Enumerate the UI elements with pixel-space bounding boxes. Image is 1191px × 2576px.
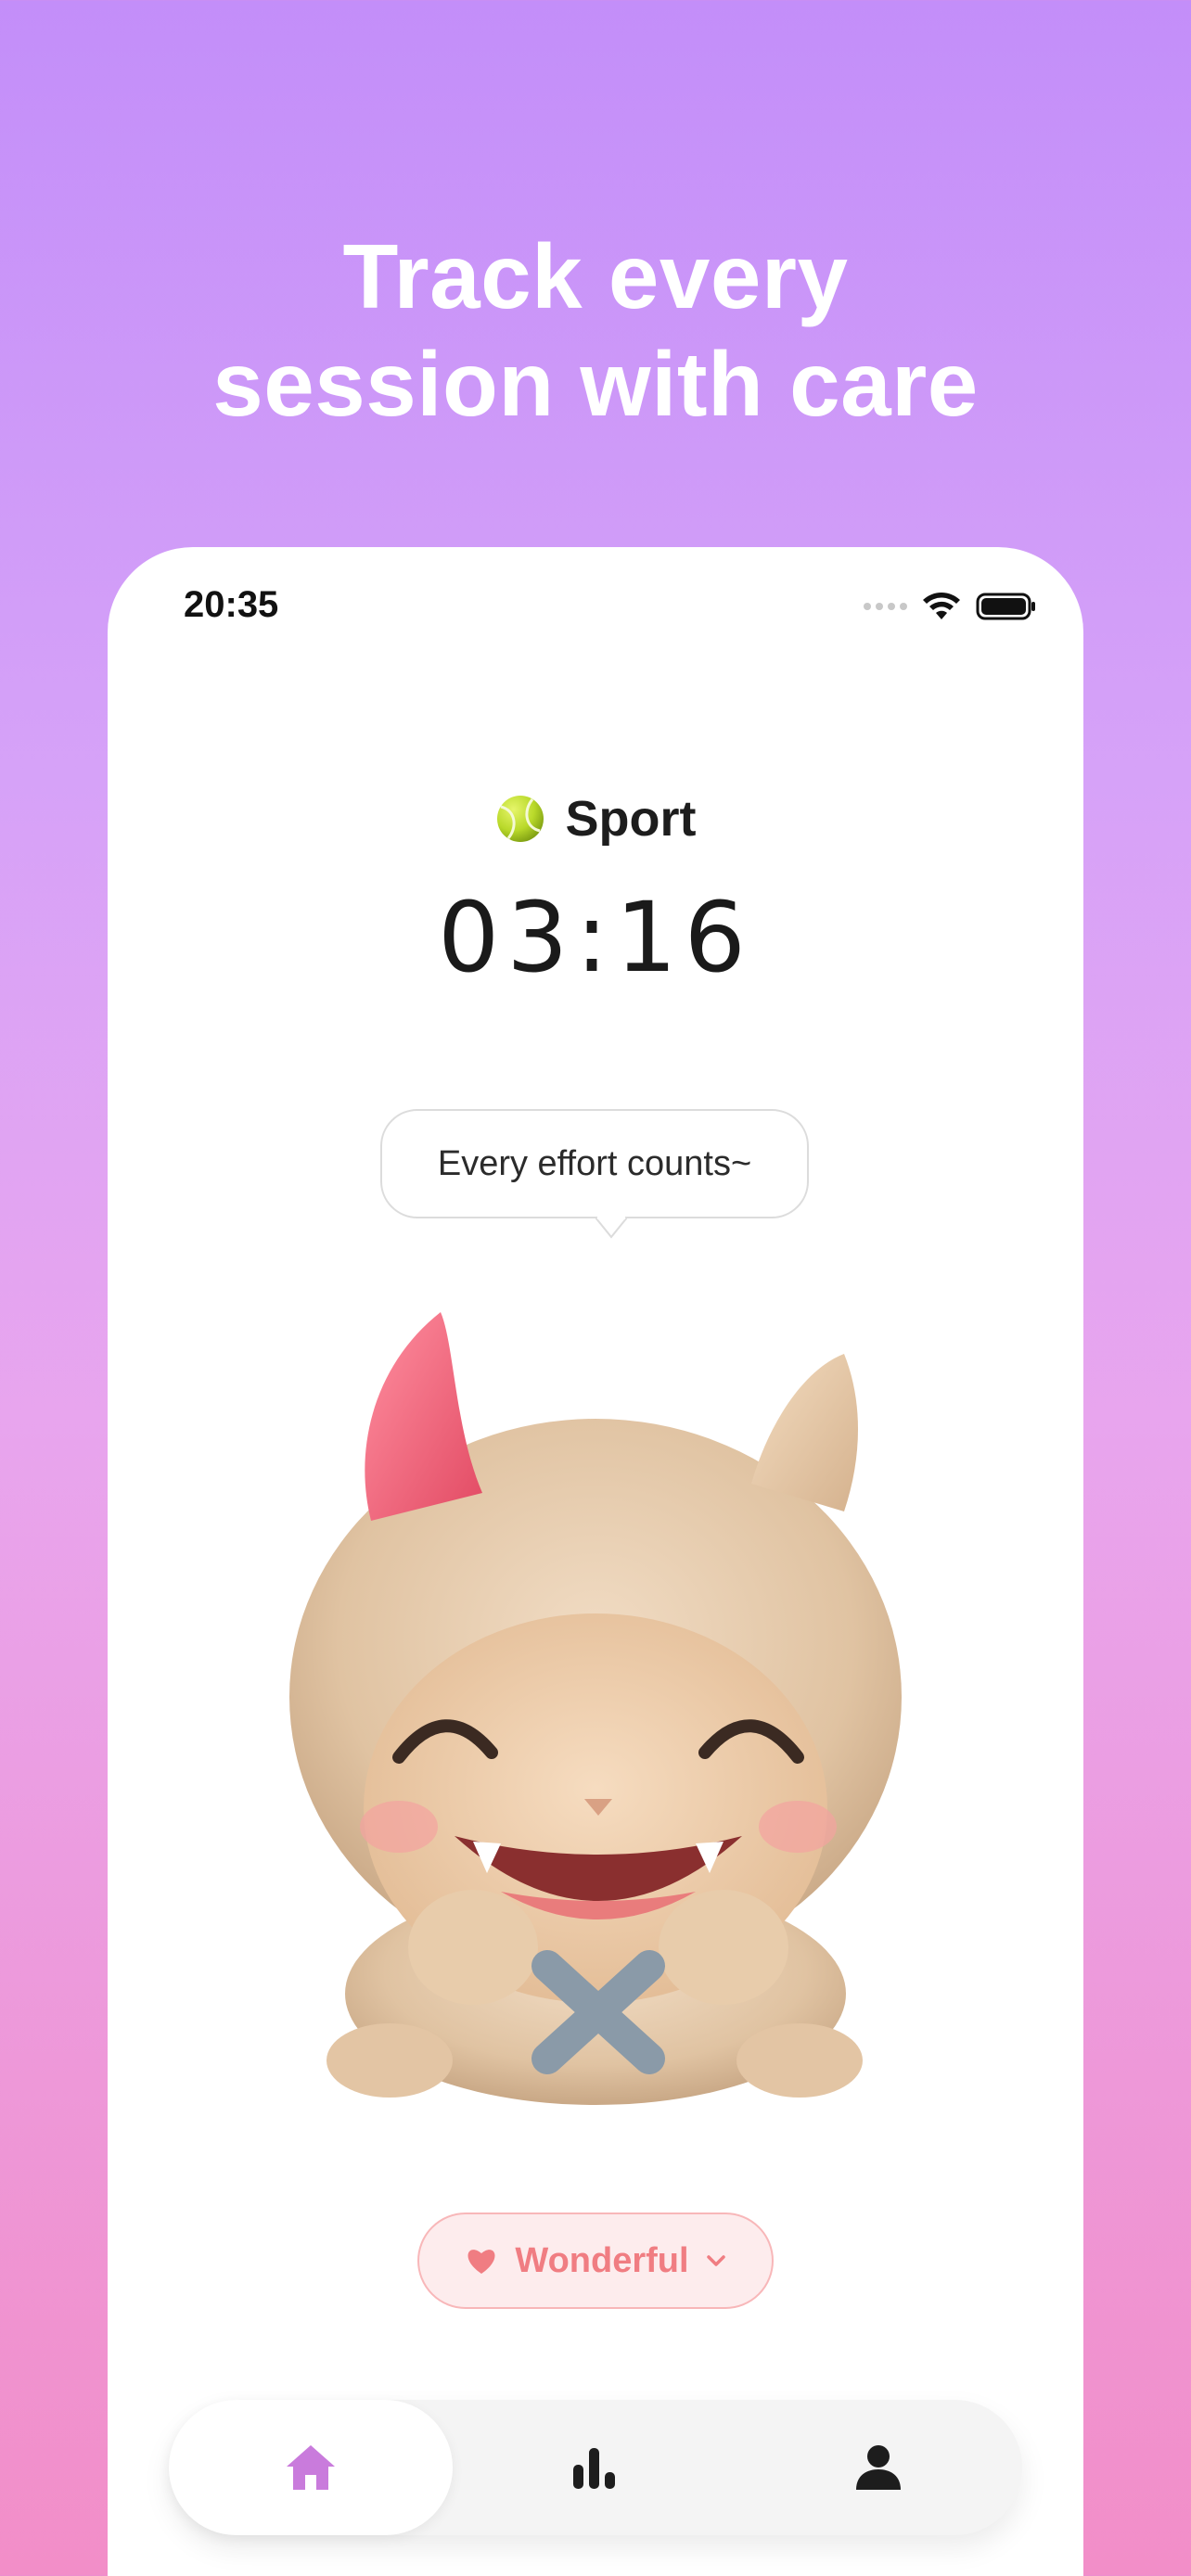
headline-line-2: session with care <box>212 333 979 435</box>
speech-bubble: Every effort counts~ <box>380 1109 809 1218</box>
session-timer: 03:16 <box>438 881 753 994</box>
chevron-down-icon <box>706 2255 725 2266</box>
tab-home[interactable] <box>169 2400 453 2535</box>
marketing-headline: Track every session with care <box>0 223 1191 438</box>
house-icon <box>287 2445 335 2490</box>
tennis-ball-icon <box>496 796 544 842</box>
mood-selector[interactable]: Wonderful <box>417 2213 774 2309</box>
activity-header: Sport <box>108 790 1083 848</box>
mood-label: Wonderful <box>515 2240 689 2280</box>
activity-label: Sport <box>565 791 697 847</box>
person-icon <box>856 2445 901 2490</box>
status-icons <box>864 592 1037 621</box>
tab-bar <box>169 2400 1022 2535</box>
wifi-icon <box>923 593 960 619</box>
battery-icon <box>976 593 1035 620</box>
bar-chart-icon <box>573 2448 615 2489</box>
cellular-signal-icon <box>864 603 907 610</box>
tab-profile[interactable] <box>736 2400 1020 2535</box>
tab-stats[interactable] <box>453 2400 736 2535</box>
headline-line-1: Track every <box>342 225 849 327</box>
speech-bubble-text: Every effort counts~ <box>437 1143 752 1183</box>
mascot-illustration <box>176 1261 1015 2114</box>
phone-screen: 20:35 Sport 03:16 Every effort counts~ W… <box>108 547 1083 2576</box>
heart-icon <box>467 2250 495 2274</box>
status-time: 20:35 <box>184 584 279 625</box>
speech-bubble-tail <box>596 1217 627 1239</box>
